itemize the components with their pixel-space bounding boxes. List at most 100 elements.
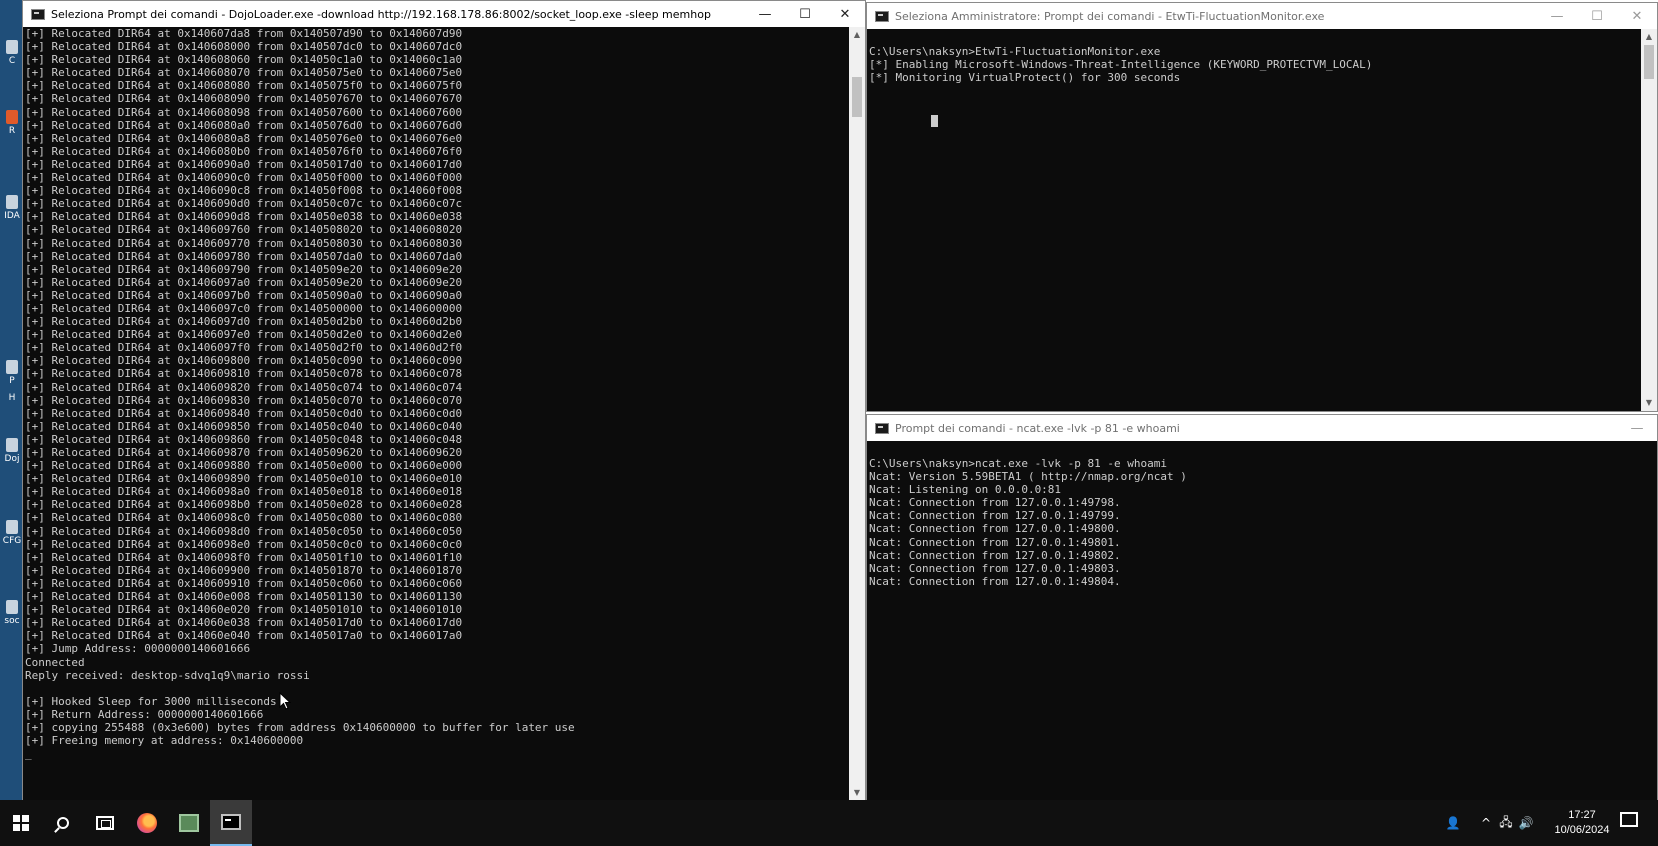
desktop-shortcut-soc[interactable]: soc bbox=[1, 600, 23, 626]
console-line: [+] Freeing memory at address: 0x1406000… bbox=[25, 734, 304, 748]
console-line: [+] Relocated DIR64 at 0x1406090d8 from … bbox=[25, 210, 463, 224]
window-title: Prompt dei comandi - ncat.exe -lvk -p 81… bbox=[895, 421, 1180, 435]
ncat-console-window[interactable]: Prompt dei comandi - ncat.exe -lvk -p 81… bbox=[866, 414, 1658, 802]
people-icon[interactable]: 👤 bbox=[1440, 816, 1466, 830]
console-line: [+] Relocated DIR64 at 0x140609850 from … bbox=[25, 419, 463, 433]
file-icon bbox=[6, 520, 18, 534]
console-line: [+] Relocated DIR64 at 0x140608080 from … bbox=[25, 79, 463, 93]
titlebar[interactable]: Seleziona Amministratore: Prompt dei com… bbox=[867, 3, 1657, 29]
scroll-up-arrow-icon[interactable]: ▲ bbox=[1641, 29, 1657, 45]
maximize-button[interactable]: ☐ bbox=[1577, 3, 1617, 29]
console-line: [+] Relocated DIR64 at 0x140609860 from … bbox=[25, 432, 463, 446]
console-line: [*] Enabling Microsoft-Windows-Threat-In… bbox=[869, 58, 1373, 72]
desktop-shortcut[interactable]: R bbox=[1, 110, 23, 136]
desktop-shortcut[interactable]: P bbox=[1, 360, 23, 386]
desktop-background: C R IDA P H Doj CFG soc bbox=[0, 0, 24, 816]
minimize-button[interactable]: — bbox=[1617, 415, 1657, 441]
console-line: [+] Relocated DIR64 at 0x140609890 from … bbox=[25, 472, 463, 486]
network-icon[interactable]: 🖧 bbox=[1496, 813, 1516, 834]
etwti-monitor-console-window[interactable]: Seleziona Amministratore: Prompt dei com… bbox=[866, 2, 1658, 412]
taskbar: 👤 ^ 🖧 🔊 bbox=[0, 800, 1658, 846]
console-line: [+] copying 255488 (0x3e600) bytes from … bbox=[25, 720, 575, 734]
task-view-button[interactable] bbox=[84, 800, 126, 846]
command-prompt-icon bbox=[875, 10, 889, 22]
console-line: Ncat: Connection from 127.0.0.1:49802. bbox=[869, 548, 1121, 562]
search-icon bbox=[57, 817, 69, 829]
console-line: Ncat: Version 5.59BETA1 ( http://nmap.or… bbox=[869, 470, 1187, 484]
console-line: [+] Relocated DIR64 at 0x1406090a0 from … bbox=[25, 157, 463, 171]
console-line: [+] Relocated DIR64 at 0x1406098f0 from … bbox=[25, 550, 463, 564]
shortcut-icon bbox=[6, 40, 18, 54]
console-line: [+] Relocated DIR64 at 0x1406090d0 from … bbox=[25, 197, 463, 211]
console-line: Ncat: Connection from 127.0.0.1:49801. bbox=[869, 535, 1121, 549]
maximize-button[interactable]: ☐ bbox=[785, 1, 825, 27]
scroll-down-arrow-icon[interactable]: ▼ bbox=[849, 785, 865, 801]
windows-start-icon bbox=[13, 815, 29, 831]
desktop-shortcut[interactable]: H bbox=[1, 393, 23, 403]
console-line: [+] Relocated DIR64 at 0x1406098a0 from … bbox=[25, 485, 463, 499]
app-icon bbox=[179, 814, 199, 832]
notification-center-icon[interactable] bbox=[1620, 812, 1638, 827]
console-output[interactable]: C:\Users\naksyn>EtwTi-FluctuationMonitor… bbox=[867, 29, 1641, 411]
desktop-shortcut[interactable]: C bbox=[1, 40, 23, 66]
console-line: [+] Relocated DIR64 at 0x1406097b0 from … bbox=[25, 288, 463, 302]
taskbar-command-prompt[interactable] bbox=[210, 800, 252, 846]
console-line: [+] Hooked Sleep for 3000 milliseconds bbox=[25, 694, 277, 708]
vertical-scrollbar[interactable]: ▲ ▼ bbox=[849, 27, 865, 801]
chevron-up-icon[interactable]: ^ bbox=[1476, 816, 1496, 830]
console-line: C:\Users\naksyn>EtwTi-FluctuationMonitor… bbox=[869, 45, 1161, 58]
dojoloader-console-window[interactable]: Seleziona Prompt dei comandi - DojoLoade… bbox=[22, 0, 866, 802]
clock[interactable]: 17:27 10/06/2024 bbox=[1550, 808, 1614, 838]
taskbar-firefox[interactable] bbox=[126, 800, 168, 846]
command-prompt-icon bbox=[875, 422, 889, 434]
console-line: [+] Jump Address: 0000000140601666 bbox=[25, 642, 251, 656]
close-button[interactable]: ✕ bbox=[1617, 3, 1657, 29]
console-line: [+] Relocated DIR64 at 0x14060e008 from … bbox=[25, 590, 463, 604]
titlebar[interactable]: Prompt dei comandi - ncat.exe -lvk -p 81… bbox=[867, 415, 1657, 441]
console-line: [+] Relocated DIR64 at 0x140609870 from … bbox=[25, 446, 463, 459]
console-line: [+] Relocated DIR64 at 0x140609780 from … bbox=[25, 249, 463, 263]
console-line: [+] Relocated DIR64 at 0x1406097d0 from … bbox=[25, 315, 463, 329]
search-button[interactable] bbox=[42, 800, 84, 846]
desktop-shortcut-dojo[interactable]: Doj bbox=[1, 438, 23, 464]
scrollbar-thumb[interactable] bbox=[1644, 45, 1654, 79]
scrollbar-thumb[interactable] bbox=[852, 77, 862, 117]
titlebar[interactable]: Seleziona Prompt dei comandi - DojoLoade… bbox=[23, 1, 865, 27]
console-line: [+] Relocated DIR64 at 0x140608070 from … bbox=[25, 66, 463, 80]
taskbar-app[interactable] bbox=[168, 800, 210, 846]
console-line: C:\Users\naksyn>ncat.exe -lvk -p 81 -e w… bbox=[869, 457, 1168, 470]
console-line: Ncat: Listening on 0.0.0.0:81 bbox=[869, 483, 1062, 497]
console-line: [+] Relocated DIR64 at 0x1406098c0 from … bbox=[25, 511, 463, 525]
clock-date: 10/06/2024 bbox=[1554, 824, 1610, 836]
volume-icon[interactable]: 🔊 bbox=[1516, 816, 1536, 830]
console-output[interactable]: [+] Relocated DIR64 at 0x140607da8 from … bbox=[23, 27, 849, 801]
minimize-button[interactable]: — bbox=[1537, 3, 1577, 29]
close-button[interactable]: ✕ bbox=[825, 1, 865, 27]
start-button[interactable] bbox=[0, 800, 42, 846]
desktop-shortcut-ida[interactable]: IDA bbox=[1, 195, 23, 221]
desktop-shortcut-cfg[interactable]: CFG bbox=[1, 520, 23, 546]
console-line: [+] Relocated DIR64 at 0x140609790 from … bbox=[25, 262, 463, 276]
scroll-down-arrow-icon[interactable]: ▼ bbox=[1641, 395, 1657, 411]
console-line: Connected bbox=[25, 655, 85, 669]
console-line: [+] Relocated DIR64 at 0x140608000 from … bbox=[25, 40, 463, 54]
console-line: Ncat: Connection from 127.0.0.1:49804. bbox=[869, 574, 1121, 588]
command-prompt-icon bbox=[31, 8, 45, 20]
console-line: Ncat: Connection from 127.0.0.1:49800. bbox=[869, 522, 1121, 536]
console-line: [+] Relocated DIR64 at 0x1406090c0 from … bbox=[25, 171, 463, 185]
minimize-button[interactable]: — bbox=[745, 1, 785, 27]
console-output[interactable]: C:\Users\naksyn>ncat.exe -lvk -p 81 -e w… bbox=[867, 441, 1657, 801]
console-line: [+] Relocated DIR64 at 0x140609880 from … bbox=[25, 459, 463, 473]
console-line: [+] Relocated DIR64 at 0x1406080a0 from … bbox=[25, 118, 463, 132]
ida-icon bbox=[6, 195, 18, 209]
console-line: [+] Relocated DIR64 at 0x140608090 from … bbox=[25, 92, 463, 106]
window-title: Seleziona Amministratore: Prompt dei com… bbox=[895, 9, 1325, 23]
file-icon bbox=[6, 600, 18, 614]
scroll-up-arrow-icon[interactable]: ▲ bbox=[849, 27, 865, 43]
window-title: Seleziona Prompt dei comandi - DojoLoade… bbox=[51, 7, 711, 21]
console-line: [+] Relocated DIR64 at 0x1406097a0 from … bbox=[25, 275, 463, 289]
vertical-scrollbar[interactable]: ▲ ▼ bbox=[1641, 29, 1657, 411]
console-line: [+] Relocated DIR64 at 0x1406090c8 from … bbox=[25, 184, 463, 198]
console-line: [+] Relocated DIR64 at 0x140609810 from … bbox=[25, 367, 463, 381]
